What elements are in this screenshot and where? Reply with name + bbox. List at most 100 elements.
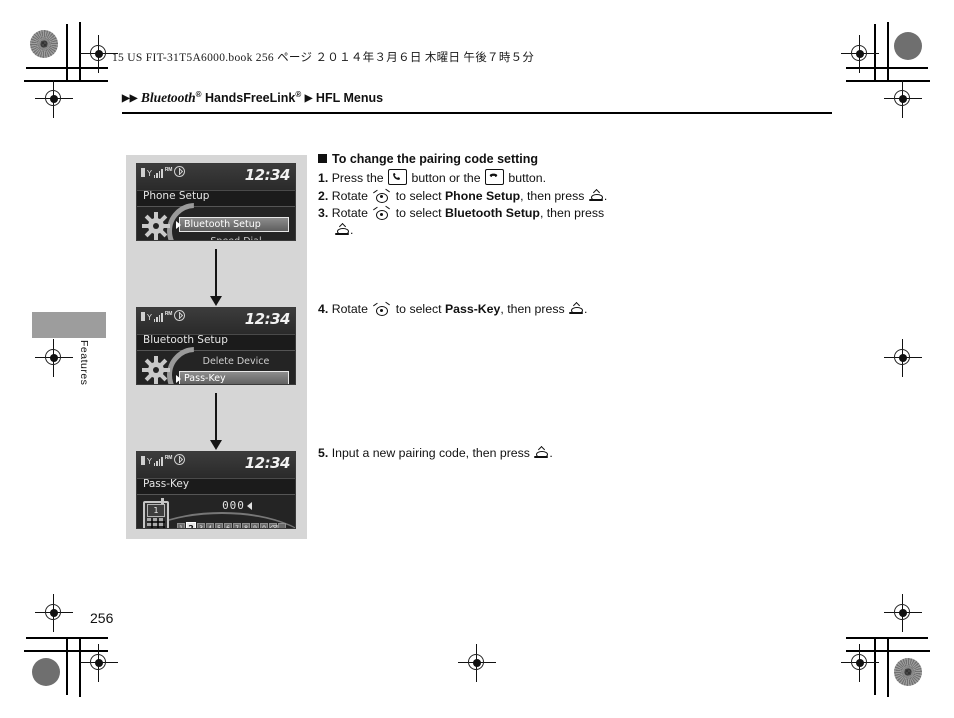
step-target: Phone Setup — [444, 188, 521, 203]
step-text: , then press — [520, 188, 585, 203]
lcd-clock: 12:34 — [244, 166, 291, 184]
phone-keypad-icon: 1 — [143, 498, 169, 528]
halftone-mark-icon — [894, 658, 922, 686]
menu-item-pass-key[interactable]: Pass-Key — [176, 371, 289, 384]
roaming-indicator: RM — [164, 311, 173, 317]
keypad-key-4[interactable]: 4 — [206, 523, 214, 528]
registration-mark-icon — [80, 644, 118, 682]
flow-arrow-down-icon — [210, 249, 222, 306]
crop-line — [887, 637, 889, 697]
registration-mark-icon — [35, 339, 73, 377]
menu-item-delete-device[interactable]: Delete Device — [179, 355, 289, 368]
crop-line — [66, 24, 68, 82]
registration-mark-icon — [841, 35, 879, 73]
lcd-status-bar: Y RM 12:34 — [137, 164, 295, 191]
lcd-screen-bluetooth-setup: Y RM 12:34 Bluetooth Setup Delete Device… — [136, 307, 296, 385]
instructions-heading-text: To change the pairing code setting — [332, 152, 539, 166]
keypad-key-8[interactable]: 8 — [242, 523, 250, 528]
step-text: Press the — [331, 171, 384, 185]
step-number: 1. — [318, 171, 329, 185]
registration-mark-icon — [841, 644, 879, 682]
breadcrumb-section: HFL Menus — [315, 91, 384, 106]
bluetooth-icon — [174, 166, 186, 177]
step-text: . — [584, 302, 588, 316]
status-icons: Y RM — [141, 454, 186, 466]
lcd-clock: 12:34 — [244, 310, 291, 328]
keypad-key-6[interactable]: 6 — [224, 523, 232, 528]
gear-icon — [142, 356, 170, 384]
step-text: Rotate — [331, 302, 368, 316]
instruction-step-3: 3. Rotate to select Bluetooth Setup, the… — [318, 205, 618, 238]
status-icons: Y RM — [141, 166, 186, 178]
keypad-key-5[interactable]: 5 — [215, 523, 223, 528]
status-icons: Y RM — [141, 310, 186, 322]
crop-line — [66, 637, 68, 695]
page-number: 256 — [90, 610, 114, 626]
step-text: . — [350, 222, 354, 237]
lcd-body: Delete Device Pass-Key — [137, 347, 295, 384]
registration-mark-icon — [884, 594, 922, 632]
breadcrumb: ▶▶ Bluetooth® HandsFreeLink® ▶ HFL Menus — [122, 90, 383, 106]
keypad-enter-key[interactable] — [278, 523, 286, 528]
crop-line — [874, 637, 876, 695]
roaming-indicator: RM — [164, 167, 173, 173]
bullet-square-icon — [318, 154, 327, 163]
lcd-title: Phone Setup — [143, 190, 210, 202]
signal-antenna-icon: Y — [147, 313, 152, 322]
step-text: , then press — [539, 206, 605, 220]
press-knob-icon — [588, 188, 603, 203]
selection-cursor-icon — [176, 221, 181, 229]
selection-cursor-icon — [176, 375, 181, 383]
step-number: 2. — [318, 188, 329, 203]
keypad-key-7[interactable]: 7 — [233, 523, 241, 528]
keypad-key-3[interactable]: 3 — [197, 523, 205, 528]
onscreen-keypad[interactable]: 1 2 3 4 5 6 7 8 9 0 ⌫ — [177, 522, 286, 528]
bluetooth-icon — [174, 310, 186, 321]
step-number: 5. — [318, 446, 329, 460]
signal-antenna-icon: Y — [147, 169, 152, 178]
instructions-heading: To change the pairing code setting — [318, 152, 618, 166]
step-text: . — [603, 188, 608, 203]
breadcrumb-arrow-icon: ▶ — [304, 93, 313, 105]
step-text: Rotate — [331, 206, 368, 220]
step-target: Pass-Key — [444, 302, 501, 316]
step-text: to select — [395, 302, 442, 316]
keypad-key-1[interactable]: 1 — [177, 523, 185, 528]
registration-mark-icon — [80, 35, 118, 73]
menu-item-label: Speed Dial — [210, 236, 261, 240]
bluetooth-icon — [174, 454, 186, 465]
keypad-key-2[interactable]: 2 — [186, 522, 196, 528]
step-number: 3. — [318, 206, 329, 220]
breadcrumb-arrow-icon: ▶▶ — [122, 93, 138, 105]
battery-icon — [141, 312, 145, 321]
step-text: button. — [508, 171, 546, 185]
crop-line — [79, 637, 81, 697]
instruction-step-1: 1. Press the button or the button. — [318, 169, 618, 187]
header-rule — [122, 112, 832, 114]
keypad-backspace-icon[interactable]: ⌫ — [269, 523, 278, 528]
flow-arrow-down-icon — [210, 393, 222, 450]
screen-flow-illustration: Y RM 12:34 Phone Setup Bluetooth Setup S… — [126, 155, 307, 539]
lcd-title: Pass-Key — [143, 478, 190, 490]
pickup-call-button-icon — [388, 169, 408, 185]
menu-item-speed-dial[interactable]: Speed Dial — [179, 235, 289, 240]
keypad-key-0[interactable]: 0 — [260, 523, 268, 528]
caret-left-icon — [246, 502, 252, 510]
phone-screen-digit: 1 — [147, 504, 165, 517]
signal-antenna-icon: Y — [147, 457, 152, 466]
lcd-body: 000 1 1 2 3 4 5 6 7 8 9 0 ⌫ — [137, 494, 295, 528]
lcd-status-bar: Y RM 12:34 — [137, 452, 295, 479]
hangup-call-button-icon — [484, 169, 504, 185]
step-text: . — [549, 446, 553, 460]
gear-icon — [142, 212, 170, 240]
density-mark-icon — [32, 658, 60, 686]
step-text: , then press — [500, 302, 565, 316]
registration-mark-icon — [884, 80, 922, 118]
pass-key-code-display: 000 — [189, 499, 285, 512]
menu-item-bluetooth-setup[interactable]: Bluetooth Setup — [176, 217, 289, 232]
press-knob-icon — [335, 222, 349, 237]
keypad-key-9[interactable]: 9 — [251, 523, 259, 528]
breadcrumb-product: HandsFreeLink — [205, 91, 296, 106]
book-build-line: 15 US FIT-31T5A6000.book 256 ページ ２０１４年３月… — [112, 52, 535, 64]
rotate-knob-icon — [373, 188, 391, 203]
